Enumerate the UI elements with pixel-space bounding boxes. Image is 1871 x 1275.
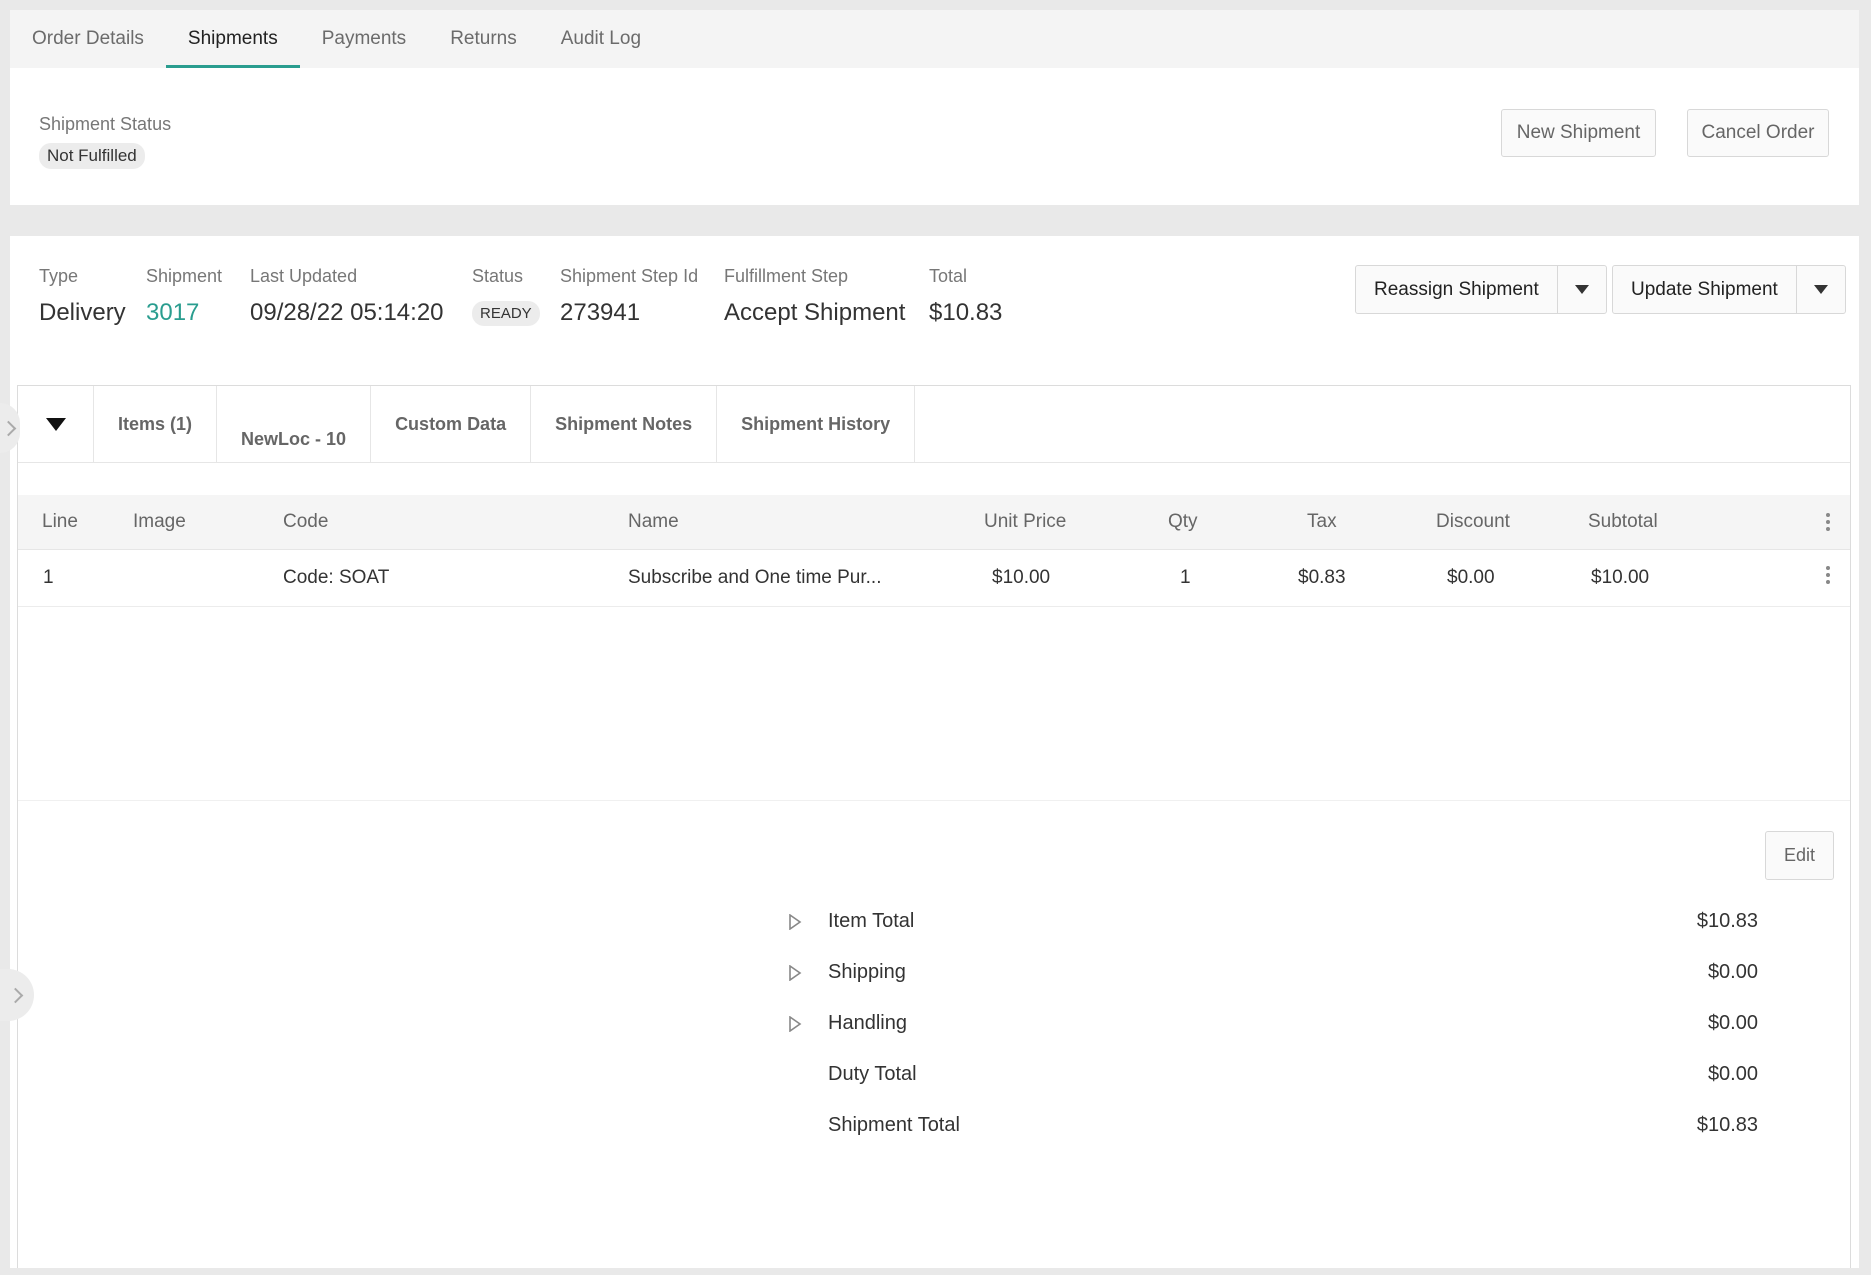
summary-amount: $10.83 (1696, 1113, 1758, 1136)
total-value: $10.83 (929, 299, 1003, 326)
last-updated-label: Last Updated (250, 266, 358, 286)
fulfillment-step-value: Accept Shipment (724, 299, 906, 326)
subtab-items[interactable]: Items (1) (94, 386, 218, 462)
cell-line: 1 (43, 566, 54, 588)
tab-audit-log[interactable]: Audit Log (539, 10, 663, 68)
cell-name: Subscribe and One time Pur... (628, 566, 882, 588)
cell-unit-price: $10.00 (992, 566, 1051, 588)
col-line[interactable]: Line (42, 495, 78, 549)
shipment-detail-card: Items (1) NewLoc - 10 Custom Data Shipme… (17, 385, 1851, 1268)
summary-amount: $0.00 (1707, 960, 1758, 983)
expand-icon[interactable] (788, 965, 802, 981)
cell-code: Code: SOAT (283, 566, 390, 588)
summary-item-total: Item Total $10.83 (768, 906, 1758, 936)
col-subtotal[interactable]: Subtotal (1588, 495, 1658, 549)
summary-shipment-total: Shipment Total $10.83 (768, 1110, 1758, 1140)
shipment-number-link[interactable]: 3017 (146, 299, 199, 326)
summary-handling: Handling $0.00 (768, 1008, 1758, 1038)
summary-amount: $0.00 (1707, 1062, 1758, 1085)
summary-amount: $0.00 (1707, 1011, 1758, 1034)
column-menu-icon[interactable] (1826, 513, 1830, 531)
cell-tax: $0.83 (1298, 566, 1346, 588)
cell-subtotal: $10.00 (1591, 566, 1650, 588)
col-discount[interactable]: Discount (1436, 495, 1510, 549)
main-tabs: Order Details Shipments Payments Returns… (10, 10, 1859, 68)
subtab-shipment-notes[interactable]: Shipment Notes (531, 386, 718, 462)
reassign-shipment-split-button: Reassign Shipment (1355, 265, 1607, 314)
update-shipment-button[interactable]: Update Shipment (1613, 266, 1797, 313)
shipment-status-heading: Shipment Status (39, 114, 172, 134)
tab-order-details[interactable]: Order Details (10, 10, 166, 68)
shipment-status-label: Shipment Status (39, 114, 171, 135)
col-tax[interactable]: Tax (1307, 495, 1337, 549)
status-label: Status (472, 266, 524, 286)
section-divider (18, 800, 1850, 801)
update-dropdown-toggle[interactable] (1797, 266, 1845, 313)
row-menu-icon[interactable] (1826, 566, 1830, 584)
col-qty[interactable]: Qty (1168, 495, 1198, 549)
cancel-order-button[interactable]: Cancel Order (1687, 109, 1829, 157)
expand-icon[interactable] (788, 1016, 802, 1032)
summary-label: Handling (828, 1011, 907, 1034)
summary-amount: $10.83 (1696, 909, 1758, 932)
subtab-shipment-history[interactable]: Shipment History (717, 386, 916, 462)
caret-down-icon (45, 417, 66, 431)
meta-last-updated: Last Updated 09/28/22 05:14:20 (250, 266, 444, 327)
chevron-right-icon (7, 987, 23, 1003)
shipment-panel: Type Delivery Shipment 3017 Last Updated… (10, 236, 1859, 1268)
shipment-status-panel: Shipment Status Not Fulfilled New Shipme… (10, 68, 1859, 205)
summary-label: Shipment Total (828, 1113, 960, 1136)
status-badge: READY (472, 301, 540, 326)
col-code[interactable]: Code (283, 495, 328, 549)
type-label: Type (39, 266, 79, 286)
reassign-dropdown-toggle[interactable] (1558, 266, 1606, 313)
col-name[interactable]: Name (628, 495, 679, 549)
tab-payments[interactable]: Payments (300, 10, 428, 68)
tab-shipments[interactable]: Shipments (165, 10, 300, 68)
shipment-subtabs: Items (1) NewLoc - 10 Custom Data Shipme… (18, 386, 1850, 463)
meta-fulfillment-step: Fulfillment Step Accept Shipment (724, 266, 905, 327)
shipment-status-badge: Not Fulfilled (39, 143, 145, 169)
collapse-toggle[interactable] (18, 386, 94, 462)
expand-icon[interactable] (788, 914, 802, 930)
summary-label: Duty Total (828, 1062, 917, 1085)
col-unit-price[interactable]: Unit Price (984, 495, 1066, 549)
chevron-down-icon (1813, 285, 1828, 294)
subtab-location[interactable]: NewLoc - 10 (217, 386, 372, 462)
chevron-right-icon (0, 420, 16, 436)
chevron-down-icon (1574, 285, 1589, 294)
cell-discount: $0.00 (1447, 566, 1495, 588)
total-label: Total (929, 266, 968, 286)
summary-label: Item Total (828, 909, 915, 932)
tab-returns[interactable]: Returns (428, 10, 539, 68)
meta-total: Total $10.83 (929, 266, 1002, 327)
summary-duty-total: Duty Total $0.00 (768, 1059, 1758, 1089)
update-shipment-split-button: Update Shipment (1612, 265, 1846, 314)
new-shipment-button[interactable]: New Shipment (1501, 109, 1656, 157)
type-value: Delivery (39, 299, 126, 326)
step-id-value: 273941 (560, 299, 641, 326)
reassign-shipment-button[interactable]: Reassign Shipment (1356, 266, 1558, 313)
items-table-header: Line Image Code Name Unit Price Qty Tax … (18, 495, 1850, 550)
step-id-label: Shipment Step Id (560, 266, 699, 286)
meta-type: Type Delivery (39, 266, 126, 327)
meta-step-id: Shipment Step Id 273941 (560, 266, 698, 327)
table-row: 1 Code: SOAT Subscribe and One time Pur.… (18, 549, 1850, 607)
meta-status: Status READY (472, 266, 540, 326)
summary-label: Shipping (828, 960, 906, 983)
meta-shipment: Shipment 3017 (146, 266, 222, 327)
shipment-label: Shipment (146, 266, 223, 286)
col-image[interactable]: Image (133, 495, 186, 549)
summary-shipping: Shipping $0.00 (768, 957, 1758, 987)
last-updated-value: 09/28/22 05:14:20 (250, 299, 444, 326)
cell-qty: 1 (1180, 566, 1191, 588)
fulfillment-step-label: Fulfillment Step (724, 266, 849, 286)
subtab-custom-data[interactable]: Custom Data (371, 386, 532, 462)
edit-button[interactable]: Edit (1765, 831, 1834, 880)
